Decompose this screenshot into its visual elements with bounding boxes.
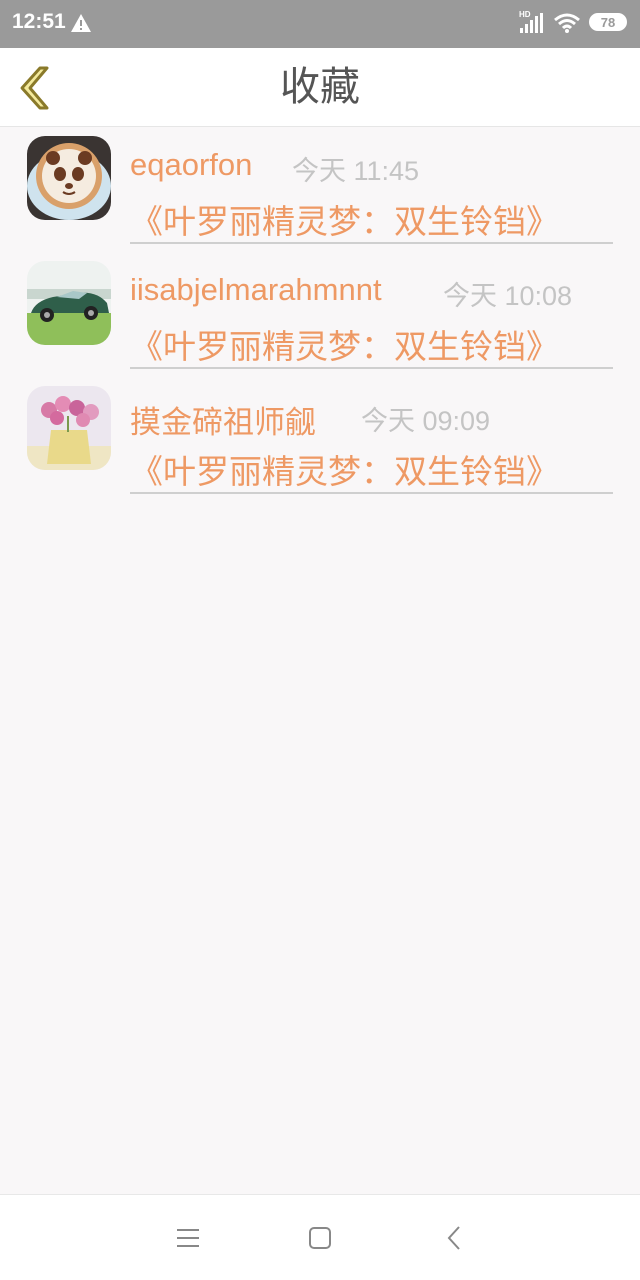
item-name: eqaorfon <box>130 147 253 182</box>
item-name: 摸金碲祖师觎 <box>130 405 316 440</box>
status-bar: 12:51 HD 78 <box>0 0 640 48</box>
menu-icon[interactable] <box>173 1223 203 1253</box>
panda-latte-avatar <box>27 136 111 220</box>
header: 收藏 <box>0 48 640 127</box>
status-time: 12:51 <box>12 10 66 33</box>
divider <box>130 367 613 369</box>
item-time: 今天 09:09 <box>361 406 491 436</box>
list-item[interactable]: eqaorfon 今天 11:45 《叶罗丽精灵梦：双生铃铛》 <box>0 127 640 252</box>
item-book-title: 《叶罗丽精灵梦：双生铃铛》 <box>130 202 559 241</box>
system-nav-bar <box>0 1194 640 1280</box>
item-book-title: 《叶罗丽精灵梦：双生铃铛》 <box>130 327 559 366</box>
signal-icon <box>520 13 543 33</box>
page-title: 收藏 <box>280 64 360 110</box>
item-time: 今天 10:08 <box>443 281 573 311</box>
flower-vase-avatar <box>27 386 111 470</box>
back-button[interactable] <box>14 64 54 112</box>
list-item[interactable]: 摸金碲祖师觎 今天 09:09 《叶罗丽精灵梦：双生铃铛》 <box>0 377 640 502</box>
warning-icon <box>71 14 91 32</box>
battery-icon: 78 <box>589 13 627 31</box>
item-time: 今天 11:45 <box>292 156 420 186</box>
list-item[interactable]: iisabjelmarahmnnt 今天 10:08 《叶罗丽精灵梦：双生铃铛》 <box>0 252 640 377</box>
divider <box>130 242 613 244</box>
green-car-avatar <box>27 261 111 345</box>
screen: 12:51 HD 78 收藏 eqaorfon 今天 11:45 《叶罗丽精灵梦… <box>0 0 640 1280</box>
back-icon[interactable] <box>440 1223 470 1253</box>
divider <box>130 492 613 494</box>
item-name: iisabjelmarahmnnt <box>130 272 382 307</box>
item-book-title: 《叶罗丽精灵梦：双生铃铛》 <box>130 452 559 491</box>
favorites-list: eqaorfon 今天 11:45 《叶罗丽精灵梦：双生铃铛》 iisabjel… <box>0 127 640 502</box>
home-icon[interactable] <box>305 1223 335 1253</box>
wifi-icon <box>554 13 580 33</box>
chevron-left-icon <box>20 66 49 110</box>
